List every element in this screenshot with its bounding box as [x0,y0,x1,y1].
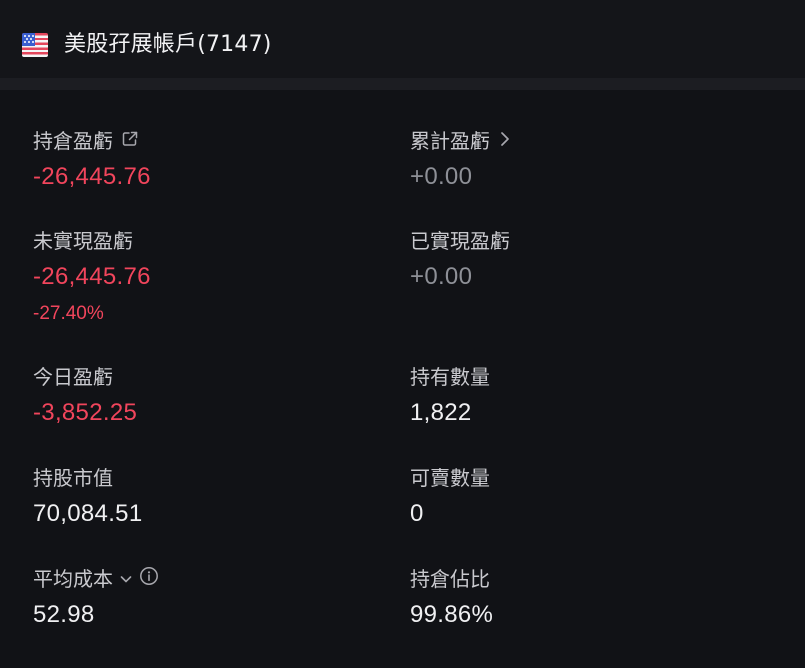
sellable-qty-label: 可賣數量 [410,466,490,490]
unrealized-pnl-percent: -27.40% [33,303,104,324]
us-flag-icon [22,33,48,57]
cumulative-pnl-value: +0.00 [410,163,473,190]
today-pnl-cell: 今日盈虧 -3,852.25 [33,363,137,428]
holding-qty-value: 1,822 [410,399,472,426]
realized-pnl-label: 已實現盈虧 [410,229,510,253]
share-export-icon[interactable] [121,127,139,155]
avg-cost-value: 52.98 [33,601,95,628]
sellable-qty-cell: 可賣數量 0 [410,464,490,529]
section-divider [0,78,805,90]
info-icon[interactable] [139,565,159,593]
market-value-cell: 持股市值 70,084.51 [33,464,142,529]
position-pnl-cell: 持倉盈虧 -26,445.76 [33,127,151,192]
holding-qty-label: 持有數量 [410,365,490,389]
realized-pnl-value: +0.00 [410,263,473,290]
unrealized-pnl-label: 未實現盈虧 [33,229,133,253]
cumulative-pnl-cell[interactable]: 累計盈虧 +0.00 [410,127,512,192]
holding-qty-cell: 持有數量 1,822 [410,363,490,428]
position-ratio-cell: 持倉佔比 99.86% [410,565,493,630]
account-title[interactable]: 美股孖展帳戶(7147) [64,30,272,60]
unrealized-pnl-cell: 未實現盈虧 -26,445.76 -27.40% [33,227,151,327]
realized-pnl-cell: 已實現盈虧 +0.00 [410,227,510,292]
avg-cost-label: 平均成本 [33,567,113,591]
position-pnl-value: -26,445.76 [33,163,151,190]
chevron-down-icon[interactable] [119,565,133,593]
market-value-label: 持股市值 [33,466,113,490]
unrealized-pnl-value: -26,445.76 [33,263,151,290]
avg-cost-cell: 平均成本 52.98 [33,565,159,630]
position-ratio-label: 持倉佔比 [410,567,490,591]
position-pnl-label: 持倉盈虧 [33,129,113,153]
today-pnl-label: 今日盈虧 [33,365,113,389]
cumulative-pnl-label: 累計盈虧 [410,129,490,153]
position-ratio-value: 99.86% [410,601,494,628]
market-value-value: 70,084.51 [33,500,143,527]
chevron-right-icon[interactable] [498,127,512,155]
pnl-metrics-grid: 持倉盈虧 -26,445.76 累計盈虧 +0.00 未實現盈虧 -26,445… [0,90,805,668]
account-header: 美股孖展帳戶(7147) [0,0,805,78]
sellable-qty-value: 0 [410,500,424,527]
today-pnl-value: -3,852.25 [33,399,138,426]
